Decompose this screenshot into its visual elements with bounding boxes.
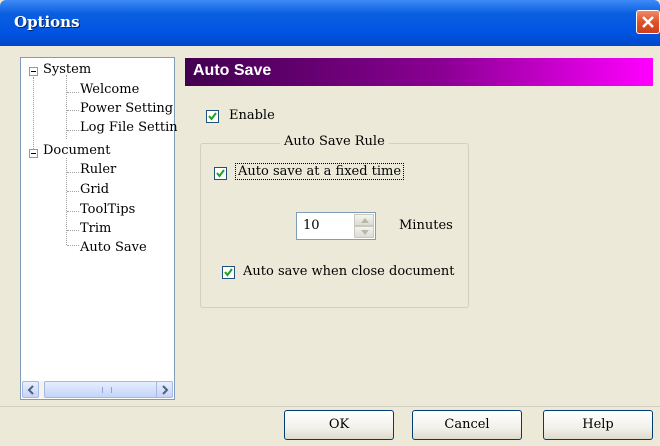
tree-connector	[33, 77, 34, 153]
checkmark-icon	[224, 268, 233, 277]
tree-connector	[67, 92, 79, 93]
scroll-thumb[interactable]	[44, 381, 164, 398]
close-icon	[642, 16, 654, 28]
scroll-right-button[interactable]	[156, 381, 173, 398]
spin-down-button[interactable]	[354, 226, 374, 238]
save-on-close-checkbox[interactable]	[222, 266, 235, 279]
fixed-time-checkbox[interactable]	[214, 167, 227, 180]
tree-connector	[67, 230, 79, 231]
checkmark-icon	[216, 169, 225, 178]
cancel-button[interactable]: Cancel	[412, 410, 522, 440]
minutes-unit-label: Minutes	[399, 218, 453, 233]
tree-item-welcome[interactable]: Welcome	[80, 82, 139, 97]
tree-item-auto-save[interactable]: Auto Save	[80, 240, 147, 255]
arrow-up-icon	[361, 218, 369, 223]
window-title: Options	[14, 13, 80, 31]
collapse-icon[interactable]	[29, 67, 38, 76]
footer-divider	[0, 406, 660, 407]
enable-label[interactable]: Enable	[229, 108, 275, 123]
chevron-right-icon	[162, 385, 169, 395]
tree-item-system[interactable]: System	[43, 62, 91, 77]
tree-connector	[67, 191, 79, 192]
tree-item-ruler[interactable]: Ruler	[80, 162, 116, 177]
tree-item-document[interactable]: Document	[43, 143, 111, 158]
tree-item-grid[interactable]: Grid	[80, 182, 109, 197]
tree-connector	[67, 110, 79, 111]
tree-item-power-setting[interactable]: Power Setting	[80, 101, 173, 116]
spin-up-button[interactable]	[354, 214, 374, 226]
chevron-left-icon	[27, 385, 34, 395]
minutes-stepper[interactable]: 10	[296, 212, 376, 240]
tree-connector	[67, 172, 79, 173]
ok-button[interactable]: OK	[284, 410, 394, 440]
close-button[interactable]	[636, 10, 660, 34]
group-title: Auto Save Rule	[280, 134, 389, 149]
enable-checkbox[interactable]	[206, 110, 219, 123]
save-on-close-label[interactable]: Auto save when close document	[243, 264, 454, 279]
checkmark-icon	[208, 112, 217, 121]
grip-icon	[102, 387, 112, 393]
tree-item-tooltips[interactable]: ToolTips	[80, 202, 135, 217]
section-title: Auto Save	[193, 62, 272, 79]
minutes-value[interactable]: 10	[303, 218, 320, 233]
tree-connector	[67, 211, 79, 212]
spin-buttons	[354, 214, 374, 238]
options-tree[interactable]: System Welcome Power Setting Log File Se…	[20, 57, 178, 400]
help-button[interactable]: Help	[543, 410, 653, 440]
section-header: Auto Save	[185, 58, 653, 86]
tree-item-log-file-settings[interactable]: Log File Settin	[80, 120, 178, 135]
tree-connector	[67, 245, 79, 246]
arrow-down-icon	[361, 230, 369, 235]
fixed-time-label[interactable]: Auto save at a fixed time	[234, 163, 405, 180]
tree-horizontal-scrollbar[interactable]	[22, 381, 173, 398]
tree-item-trim[interactable]: Trim	[80, 221, 111, 236]
collapse-icon[interactable]	[29, 149, 38, 158]
scroll-left-button[interactable]	[22, 381, 39, 398]
tree-connector	[67, 130, 79, 131]
title-bar: Options	[0, 0, 660, 46]
